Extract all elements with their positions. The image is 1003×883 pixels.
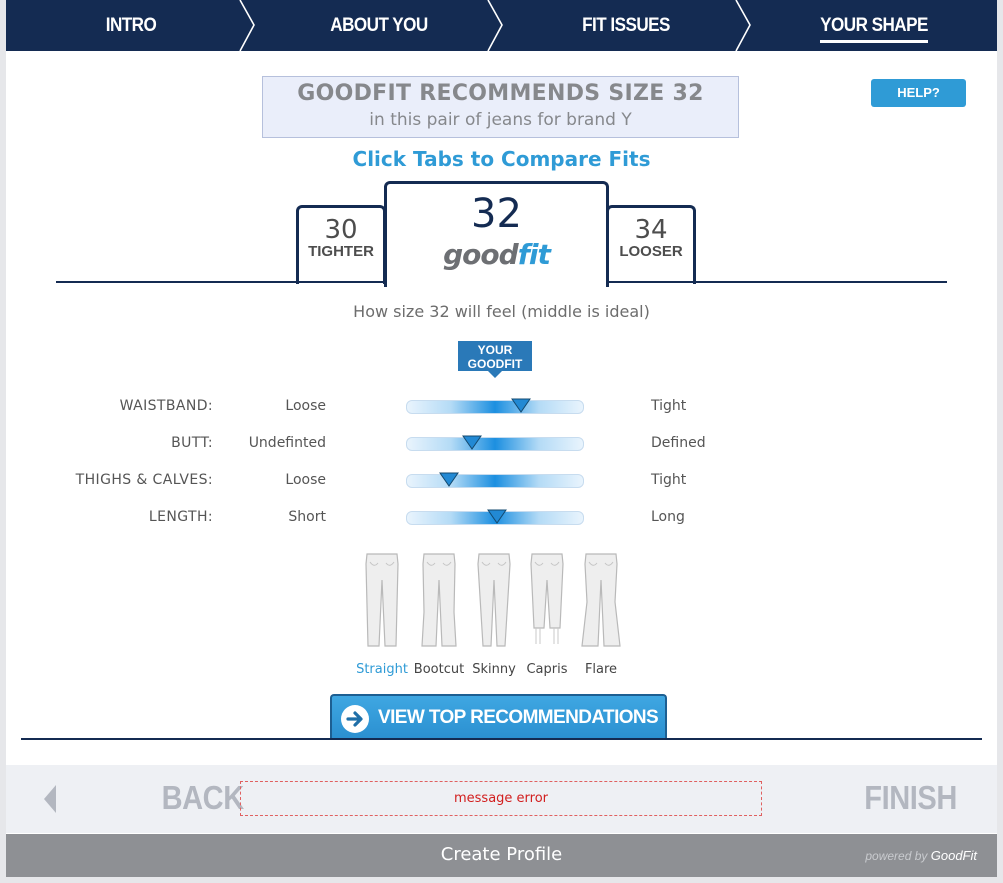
goodfit-logo: goodfit <box>443 238 551 271</box>
fit-marker-icon <box>511 398 532 413</box>
jeans-icon <box>421 553 457 647</box>
tab-size-looser[interactable]: 34 LOOSER <box>606 205 696 284</box>
style-bootcut[interactable]: Bootcut <box>411 552 467 677</box>
back-button[interactable]: BACK <box>162 779 245 817</box>
jeans-icon <box>530 553 564 644</box>
style-name: Capris <box>526 662 568 677</box>
step-fit-issues[interactable]: FIT ISSUES <box>563 0 689 51</box>
step-intro-label: INTRO <box>105 15 157 36</box>
view-top-recommendations-button[interactable]: VIEW TOP RECOMMENDATIONS <box>330 694 667 740</box>
fit-row-left-text: Loose <box>285 398 326 414</box>
step-about-you-label: ABOUT YOU <box>330 15 428 36</box>
fit-row-left-text: Undefinted <box>248 435 326 451</box>
fit-row-right-text: Defined <box>651 435 706 451</box>
your-goodfit-line2: GOODFIT <box>467 357 523 371</box>
tab-size-number: 34 <box>634 215 668 245</box>
fit-row-left-text: Loose <box>285 472 326 488</box>
fit-slider <box>406 472 584 488</box>
step-fit-issues-label: FIT ISSUES <box>582 15 670 36</box>
bottom-bar: Create Profile powered by GoodFit <box>6 834 997 877</box>
fit-row-right-text: Tight <box>651 398 687 414</box>
footer-navigation: BACK message error FINISH <box>6 765 997 833</box>
jeans-icon <box>365 553 399 647</box>
view-button-label: VIEW TOP RECOMMENDATIONS <box>378 707 659 728</box>
fit-row-butt: BUTT: Undefinted Defined <box>6 429 997 459</box>
recommendation-title: GOODFIT RECOMMENDS SIZE 32 <box>297 81 704 106</box>
style-name: Flare <box>584 662 618 677</box>
step-about-you[interactable]: ABOUT YOU <box>316 0 442 51</box>
chevron-right-icon <box>239 0 255 51</box>
create-profile-link[interactable]: Create Profile <box>6 844 997 865</box>
powered-by-brand: GoodFit <box>930 848 977 863</box>
step-your-shape[interactable]: YOUR SHAPE <box>813 0 935 51</box>
content-divider <box>21 738 982 740</box>
style-name: Bootcut <box>413 662 465 677</box>
recommendation-subtitle: in this pair of jeans for brand Y <box>369 110 632 130</box>
fit-row-label: BUTT: <box>171 435 213 451</box>
powered-by: powered by GoodFit <box>865 848 977 863</box>
fit-marker-icon <box>486 509 507 524</box>
jeans-icon <box>477 553 511 647</box>
fit-row-waistband: WAISTBAND: Loose Tight <box>6 392 997 422</box>
back-arrow-icon[interactable] <box>42 783 58 815</box>
style-name: Straight <box>356 662 408 677</box>
tab-size-label: LOOSER <box>619 243 683 260</box>
style-capris[interactable]: Capris <box>519 552 575 677</box>
step-intro[interactable]: INTRO <box>73 0 190 51</box>
fit-feel-caption: How size 32 will feel (middle is ideal) <box>353 302 650 321</box>
fit-row-thighs-calves: THIGHS & CALVES: Loose Tight <box>6 466 997 496</box>
fit-marker-icon <box>439 472 460 487</box>
style-straight[interactable]: Straight <box>354 552 410 677</box>
fit-slider <box>406 509 584 525</box>
tab-size-number: 30 <box>324 215 358 245</box>
chevron-right-icon <box>735 0 751 51</box>
your-goodfit-flag: YOUR GOODFIT <box>458 341 532 378</box>
style-flare[interactable]: Flare <box>573 552 629 677</box>
help-button[interactable]: HELP? <box>871 79 966 107</box>
finish-button[interactable]: FINISH <box>864 779 957 817</box>
fit-slider <box>406 435 584 451</box>
recommendation-box: GOODFIT RECOMMENDS SIZE 32 in this pair … <box>262 76 739 138</box>
style-name: Skinny <box>472 662 516 677</box>
fit-row-right-text: Long <box>651 509 685 525</box>
step-navigation: INTRO ABOUT YOU FIT ISSUES YOUR SHAPE <box>6 0 997 51</box>
tab-size-tighter[interactable]: 30 TIGHTER <box>296 205 386 284</box>
fit-row-length: LENGTH: Short Long <box>6 503 997 533</box>
fit-row-label: THIGHS & CALVES: <box>75 472 213 488</box>
tab-size-number: 32 <box>471 191 522 237</box>
jeans-icon <box>581 553 621 647</box>
step-your-shape-label: YOUR SHAPE <box>820 15 928 43</box>
arrow-right-circle-icon <box>341 705 369 733</box>
powered-by-prefix: powered by <box>865 849 928 863</box>
style-skinny[interactable]: Skinny <box>466 552 522 677</box>
fit-row-left-text: Short <box>288 509 326 525</box>
your-goodfit-line1: YOUR <box>477 343 513 357</box>
tab-size-recommended[interactable]: 32 goodfit <box>384 181 609 287</box>
fit-row-right-text: Tight <box>651 472 687 488</box>
chevron-right-icon <box>487 0 503 51</box>
fit-row-label: LENGTH: <box>148 509 213 525</box>
fit-marker-icon <box>462 435 483 450</box>
tab-size-label: TIGHTER <box>308 243 374 260</box>
fit-row-label: WAISTBAND: <box>119 398 213 414</box>
error-message: message error <box>240 781 762 816</box>
fit-slider <box>406 398 584 414</box>
compare-fits-title: Click Tabs to Compare Fits <box>352 147 651 171</box>
goodfit-wizard: INTRO ABOUT YOU FIT ISSUES YOUR SHAPE GO… <box>6 0 997 877</box>
